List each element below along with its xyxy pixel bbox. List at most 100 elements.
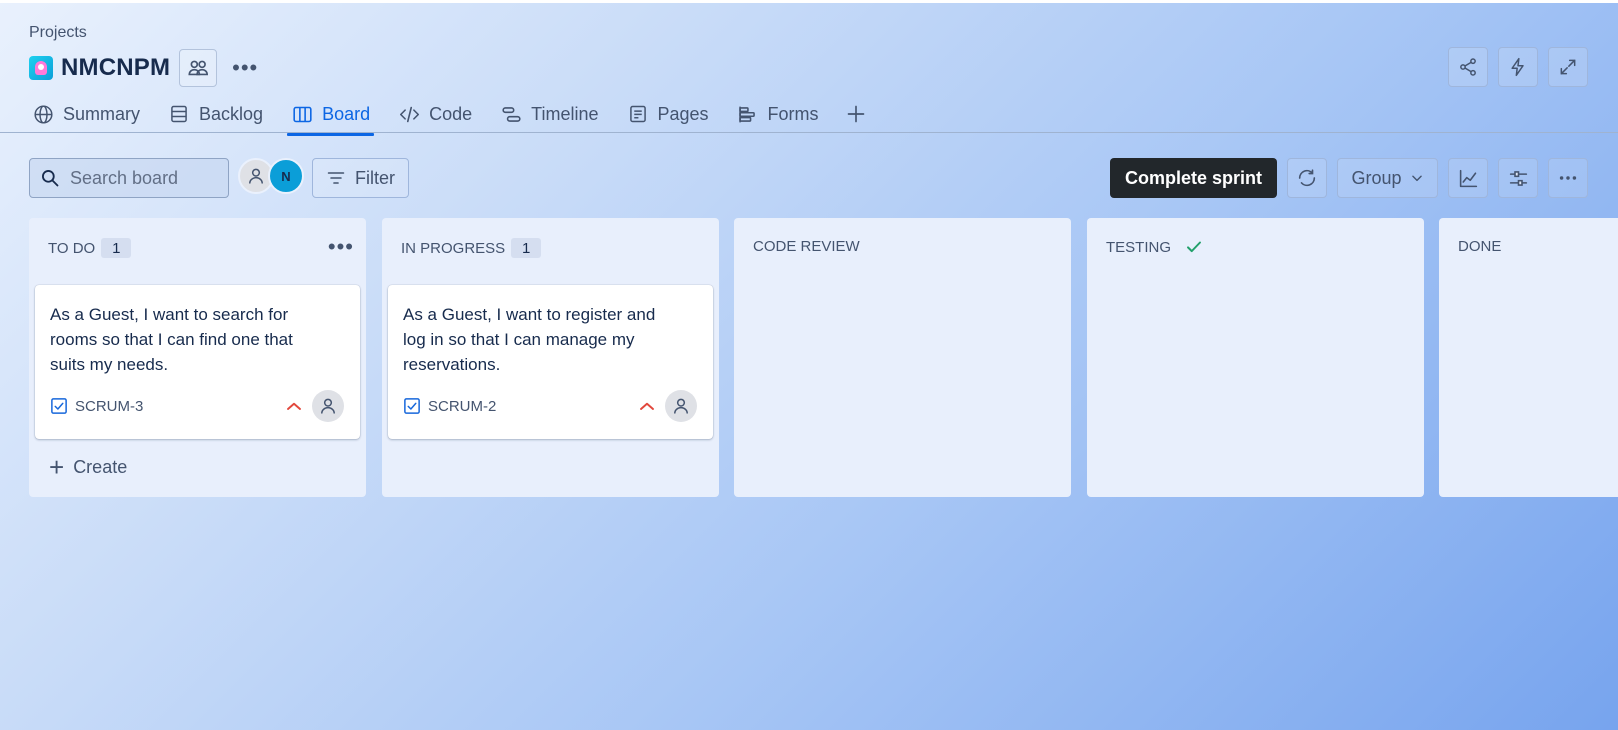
- more-actions-button[interactable]: •••: [227, 50, 263, 86]
- issue-count-badge: 1: [101, 238, 132, 258]
- project-header: NMCNPM •••: [29, 49, 263, 87]
- code-icon: [399, 106, 419, 122]
- project-avatar-icon: [29, 56, 53, 80]
- more-icon: [1559, 176, 1577, 180]
- column-header: TESTING: [1106, 238, 1203, 256]
- top-border: [0, 0, 1618, 3]
- share-icon: [1460, 58, 1476, 76]
- priority-high-icon: [285, 399, 303, 413]
- create-issue-button[interactable]: + Create: [49, 454, 127, 480]
- header-actions: [1448, 47, 1588, 87]
- avatar-user-n[interactable]: N: [268, 158, 304, 194]
- tab-pages[interactable]: Pages: [623, 96, 713, 132]
- team-button[interactable]: [179, 49, 218, 87]
- issue-summary: As a Guest, I want to register and log i…: [403, 305, 656, 374]
- tab-board[interactable]: Board: [287, 96, 375, 136]
- column-title: TESTING: [1106, 238, 1172, 256]
- column-header: TO DO 1: [48, 238, 132, 258]
- column-title: IN PROGRESS: [401, 239, 506, 257]
- story-checkbox-icon: [404, 398, 420, 414]
- assignee-filter-avatars: N: [238, 158, 304, 194]
- user-icon: [321, 398, 335, 414]
- tab-forms[interactable]: Forms: [733, 96, 823, 132]
- tab-timeline[interactable]: Timeline: [496, 96, 602, 132]
- tab-label: Summary: [63, 103, 141, 124]
- board-icon: [292, 106, 312, 122]
- assignee-avatar[interactable]: [312, 390, 344, 422]
- search-icon: [42, 170, 59, 187]
- complete-sprint-button[interactable]: Complete sprint: [1109, 158, 1277, 198]
- user-icon: [249, 168, 263, 184]
- issue-summary: As a Guest, I want to search for rooms s…: [50, 305, 293, 374]
- issue-key[interactable]: SCRUM-3: [75, 398, 143, 415]
- tabs-divider: [0, 132, 1618, 133]
- tab-label: Pages: [657, 103, 709, 124]
- insights-button[interactable]: [1448, 158, 1488, 198]
- issue-footer: SCRUM-2: [403, 397, 496, 415]
- tab-backlog[interactable]: Backlog: [164, 96, 267, 132]
- column-title: DONE: [1458, 238, 1502, 255]
- story-checkbox-icon: [51, 398, 67, 414]
- lightning-icon: [1511, 57, 1524, 77]
- issue-card[interactable]: As a Guest, I want to register and log i…: [388, 285, 713, 439]
- column-todo: TO DO 1 ••• As a Guest, I want to search…: [29, 218, 366, 497]
- search-input[interactable]: [70, 167, 220, 189]
- filter-label: Filter: [355, 167, 395, 188]
- tab-code[interactable]: Code: [394, 96, 476, 132]
- issue-card[interactable]: As a Guest, I want to search for rooms s…: [35, 285, 360, 439]
- column-in-progress: IN PROGRESS 1 As a Guest, I want to regi…: [382, 218, 719, 497]
- issue-footer: SCRUM-3: [50, 397, 143, 415]
- add-tab-button[interactable]: [843, 101, 869, 127]
- column-header: DONE: [1458, 238, 1501, 255]
- chart-line-icon: [1459, 169, 1477, 187]
- column-code-review: CODE REVIEW: [734, 218, 1071, 497]
- issue-key[interactable]: SCRUM-2: [428, 398, 496, 415]
- plus-icon: [847, 105, 864, 123]
- group-label: Group: [1351, 167, 1402, 188]
- tab-label: Backlog: [199, 103, 264, 124]
- automation-button[interactable]: [1498, 47, 1538, 87]
- plus-icon: +: [49, 452, 65, 482]
- timeline-icon: [502, 106, 521, 122]
- refresh-icon: [1298, 169, 1316, 187]
- board-more-button[interactable]: [1548, 158, 1588, 198]
- fullscreen-button[interactable]: [1548, 47, 1588, 87]
- tab-label: Board: [322, 103, 371, 124]
- breadcrumb[interactable]: Projects: [29, 24, 87, 42]
- column-header: CODE REVIEW: [753, 238, 860, 255]
- column-more-button[interactable]: •••: [328, 234, 354, 260]
- user-icon: [674, 398, 688, 414]
- filter-icon: [327, 172, 345, 184]
- sliders-icon: [1509, 170, 1527, 186]
- group-dropdown[interactable]: Group: [1337, 158, 1438, 198]
- backlog-icon: [171, 105, 187, 123]
- filter-button[interactable]: Filter: [312, 158, 409, 198]
- done-column-check-icon: [1185, 238, 1203, 256]
- expand-icon: [1560, 59, 1576, 75]
- tab-label: Forms: [767, 103, 819, 124]
- search-box[interactable]: [29, 158, 229, 198]
- globe-icon: [33, 104, 53, 124]
- forms-icon: [739, 106, 755, 122]
- tab-label: Code: [429, 103, 473, 124]
- column-title: TO DO: [48, 239, 96, 257]
- column-header: IN PROGRESS 1: [401, 238, 542, 258]
- create-label: Create: [73, 456, 128, 477]
- priority-high-icon: [638, 399, 656, 413]
- people-icon: [188, 60, 209, 76]
- chevron-down-icon: [1411, 175, 1422, 182]
- column-testing: TESTING: [1087, 218, 1424, 497]
- issue-count-badge: 1: [511, 238, 542, 258]
- view-settings-button[interactable]: [1498, 158, 1538, 198]
- assignee-avatar[interactable]: [665, 390, 697, 422]
- column-title: CODE REVIEW: [753, 238, 860, 255]
- project-tabs: Summary Backlog Board Code Timeline Page…: [28, 96, 869, 136]
- retrospective-button[interactable]: [1287, 158, 1327, 198]
- board-toolbar-actions: Complete sprint Group: [1109, 158, 1588, 198]
- share-button[interactable]: [1448, 47, 1488, 87]
- tab-summary[interactable]: Summary: [28, 96, 144, 132]
- page-title: NMCNPM: [61, 54, 171, 81]
- column-done: DONE: [1439, 218, 1618, 497]
- tab-label: Timeline: [531, 103, 599, 124]
- pages-icon: [629, 105, 646, 123]
